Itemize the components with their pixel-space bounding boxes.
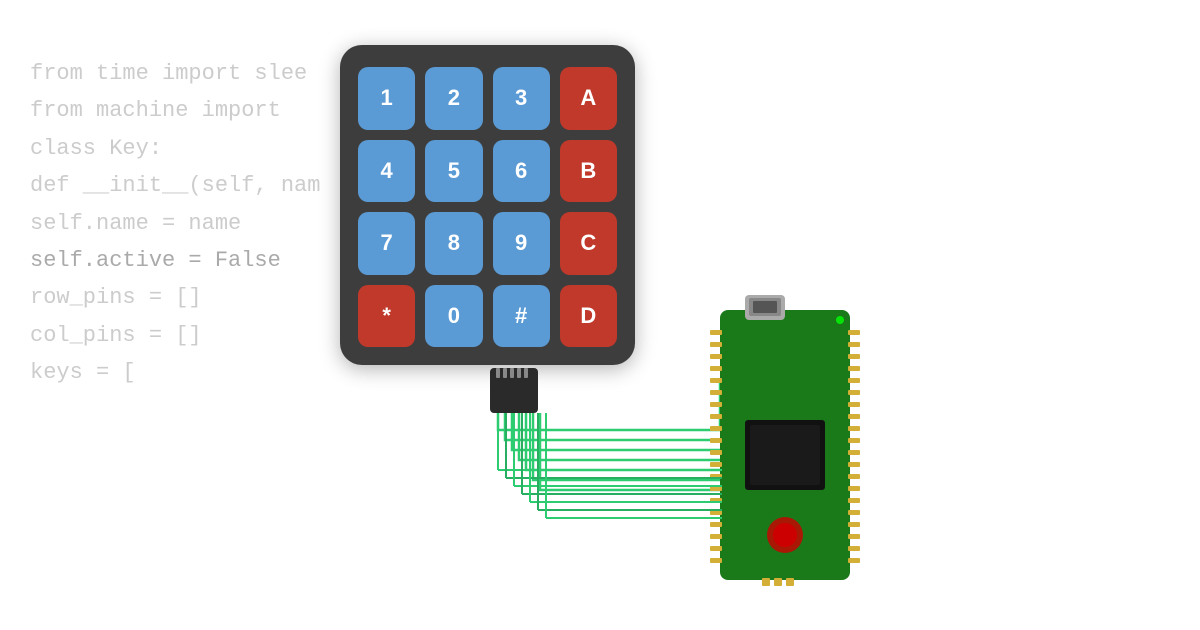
- raspberry-logo: [767, 517, 803, 553]
- key-8[interactable]: 8: [425, 212, 482, 275]
- key-7[interactable]: 7: [358, 212, 415, 275]
- key-D[interactable]: D: [560, 285, 617, 348]
- key-star[interactable]: *: [358, 285, 415, 348]
- key-4[interactable]: 4: [358, 140, 415, 203]
- pico-left-pins: [710, 330, 722, 563]
- key-6[interactable]: 6: [493, 140, 550, 203]
- key-A[interactable]: A: [560, 67, 617, 130]
- key-B[interactable]: B: [560, 140, 617, 203]
- key-0[interactable]: 0: [425, 285, 482, 348]
- rp2040-chip: [745, 420, 825, 490]
- key-1[interactable]: 1: [358, 67, 415, 130]
- key-hash[interactable]: #: [493, 285, 550, 348]
- usb-connector: [745, 295, 785, 320]
- ribbon-header: [490, 368, 538, 413]
- key-3[interactable]: 3: [493, 67, 550, 130]
- key-9[interactable]: 9: [493, 212, 550, 275]
- key-C[interactable]: C: [560, 212, 617, 275]
- keypad: 1 2 3 A 4 5 6 B 7 8 9 C * 0 # D: [340, 45, 635, 365]
- pico-pcb: [720, 310, 850, 580]
- key-5[interactable]: 5: [425, 140, 482, 203]
- key-2[interactable]: 2: [425, 67, 482, 130]
- pico-led: [836, 316, 844, 324]
- pico-right-pins: [848, 330, 860, 563]
